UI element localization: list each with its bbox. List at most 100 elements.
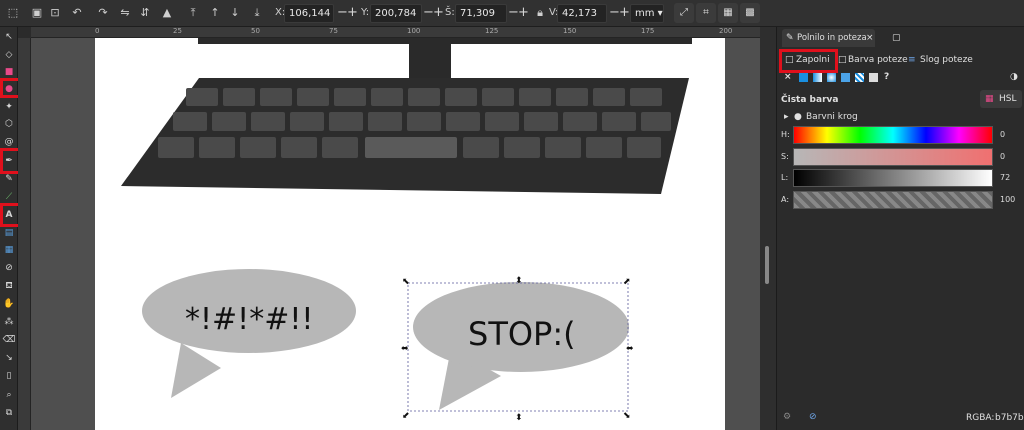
spray-tool-icon[interactable]: ⁂ — [2, 315, 16, 329]
flip-horizontal-icon[interactable]: ⇋ — [118, 6, 132, 20]
lightness-slider[interactable] — [793, 169, 993, 187]
saturation-slider[interactable] — [793, 148, 993, 166]
select-all-layers-icon[interactable]: ▣ — [30, 6, 44, 20]
raise-one-icon[interactable]: ↑ — [208, 6, 222, 20]
hue-value[interactable]: 0 — [1000, 130, 1005, 140]
ruler-mark: 100 — [407, 27, 421, 35]
lock-icon[interactable]: 🔒︎ — [533, 6, 547, 20]
paint-bucket-tool-icon[interactable]: ⛾ — [2, 279, 16, 293]
document-properties-icon[interactable]: ▢ — [892, 32, 901, 44]
move-patterns-button[interactable]: ▩ — [740, 3, 760, 23]
scrollbar-thumb[interactable] — [765, 246, 769, 284]
scale-handle-ne-icon: ⬈ — [623, 277, 631, 287]
bottom-tools-icon[interactable]: ⚙ — [783, 411, 791, 423]
rotate-cw-icon[interactable]: ↷ — [96, 6, 110, 20]
horizontal-ruler[interactable]: 0 25 50 75 100 125 150 175 200 — [31, 27, 760, 38]
pattern-button[interactable] — [855, 73, 864, 82]
scale-corners-button[interactable]: ⌗ — [696, 3, 716, 23]
canvas[interactable]: ⬉ ⬈ ⬋ ⬊ ⬍ ⬍ ⬌ ⬌ *!#!*#!! STOP:( — [31, 38, 760, 430]
height-increment-button[interactable]: + — [619, 5, 630, 21]
color-mode-label: HSL — [999, 94, 1017, 104]
zoom-tool-icon[interactable]: ⌕ — [2, 388, 16, 402]
tab-fill-stroke[interactable]: ✎ Polnilo in poteza × — [782, 29, 875, 47]
fill-tab-highlight — [779, 49, 838, 73]
unit-select[interactable]: mm ▾ — [630, 4, 664, 23]
calligraphy-tool-icon[interactable]: ⟋ — [2, 190, 16, 204]
select-all-icon[interactable]: ⬚ — [6, 6, 20, 20]
color-wheel-label[interactable]: Barvni krog — [806, 111, 858, 123]
rotate-ccw-icon[interactable]: ↶ — [70, 6, 84, 20]
mesh-gradient-button[interactable] — [841, 73, 850, 82]
connector-tool-icon[interactable]: ↘ — [2, 351, 16, 365]
monitor-stand[interactable] — [409, 44, 451, 80]
bubble-left-text[interactable]: *!#!*#!! — [185, 303, 313, 337]
flip-vertical-icon[interactable]: ⇵ — [138, 6, 152, 20]
y-field[interactable]: 200,784 — [370, 4, 422, 23]
slider-label-s: S: — [781, 152, 789, 161]
raise-icon[interactable]: ▲ — [160, 6, 174, 20]
height-field[interactable]: 42,173 — [557, 4, 607, 23]
y-increment-button[interactable]: + — [433, 5, 444, 21]
dropper-tool-icon[interactable]: ⊘ — [2, 261, 16, 275]
unset-paint-button[interactable]: ? — [884, 71, 889, 83]
spiral-tool-icon[interactable]: @ — [2, 135, 16, 149]
deselect-icon[interactable]: ⊡ — [48, 6, 62, 20]
eraser-tool-icon[interactable]: ⌫ — [2, 333, 16, 347]
hue-slider[interactable] — [793, 126, 993, 144]
stroke-style-icon[interactable]: ≡ — [908, 54, 916, 66]
linear-gradient-button[interactable] — [813, 73, 822, 82]
ruler-mark: 200 — [719, 27, 733, 35]
vertical-scrollbar[interactable] — [760, 27, 776, 430]
pages-tool-icon[interactable]: ▯ — [2, 369, 16, 383]
star-tool-icon[interactable]: ✦ — [2, 100, 16, 114]
saturation-value[interactable]: 0 — [1000, 152, 1005, 162]
width-label: Š: — [445, 7, 455, 18]
flat-color-button[interactable] — [799, 73, 808, 82]
keyboard-drawing[interactable] — [121, 78, 689, 194]
scale-handle-e-icon: ⬌ — [626, 344, 634, 354]
slider-label-l: L: — [781, 173, 789, 182]
width-increment-button[interactable]: + — [518, 5, 529, 21]
lower-to-bottom-icon[interactable]: ⤓ — [250, 6, 264, 20]
fill-rule-icon[interactable]: ◑ — [1010, 71, 1018, 83]
rgba-value[interactable]: b7b7b7 — [995, 412, 1024, 424]
tweak-tool-icon[interactable]: ✋ — [2, 297, 16, 311]
slider-label-a: A: — [781, 195, 790, 204]
vertical-ruler[interactable] — [18, 38, 31, 430]
scale-handle-s-icon: ⬍ — [515, 413, 523, 423]
ruler-mark: 50 — [251, 27, 260, 35]
subtab-stroke-style[interactable]: Slog poteze — [920, 54, 973, 66]
lower-one-icon[interactable]: ↓ — [228, 6, 242, 20]
bubble-right-text[interactable]: STOP:( — [468, 316, 576, 352]
tab-close-button[interactable]: × — [866, 32, 874, 44]
raise-to-top-icon[interactable]: ⤒ — [186, 6, 200, 20]
selector-tool-icon[interactable]: ↖ — [2, 30, 16, 44]
slider-label-h: H: — [781, 130, 790, 139]
move-gradients-button[interactable]: ▦ — [718, 3, 738, 23]
eyedropper-icon[interactable]: ⊘ — [809, 411, 817, 423]
radial-gradient-button[interactable] — [827, 73, 836, 82]
monitor-bar[interactable] — [198, 38, 692, 44]
rectangle-tool-icon[interactable]: ■ — [2, 65, 16, 79]
swatch-button[interactable] — [869, 73, 878, 82]
stroke-paint-icon[interactable]: □ — [838, 54, 847, 66]
alpha-value[interactable]: 100 — [1000, 195, 1015, 205]
box3d-tool-icon[interactable]: ⬡ — [2, 117, 16, 131]
alpha-slider[interactable] — [793, 191, 993, 209]
measure-tool-icon[interactable]: ⧉ — [2, 406, 16, 420]
color-wheel-icon: ● — [794, 112, 802, 122]
mesh-tool-icon[interactable]: ▦ — [2, 243, 16, 257]
no-paint-button[interactable]: × — [784, 71, 792, 83]
scale-handle-sw-icon: ⬋ — [402, 411, 410, 421]
pencil-tool-icon[interactable]: ✎ — [2, 172, 16, 186]
expander-arrow-icon[interactable]: ▸ — [784, 111, 789, 123]
subtab-stroke-paint[interactable]: Barva poteze — [848, 54, 908, 66]
node-tool-icon[interactable]: ◇ — [2, 48, 16, 62]
x-field[interactable]: 106,144 — [284, 4, 334, 23]
gradient-tool-icon[interactable]: ▤ — [2, 226, 16, 240]
x-increment-button[interactable]: + — [347, 5, 358, 21]
width-field[interactable]: 71,309 — [455, 4, 507, 23]
scale-stroke-button[interactable]: ⤢ — [674, 3, 694, 23]
lightness-value[interactable]: 72 — [1000, 173, 1010, 183]
color-mode-select[interactable]: ▦ HSL — [980, 90, 1022, 108]
